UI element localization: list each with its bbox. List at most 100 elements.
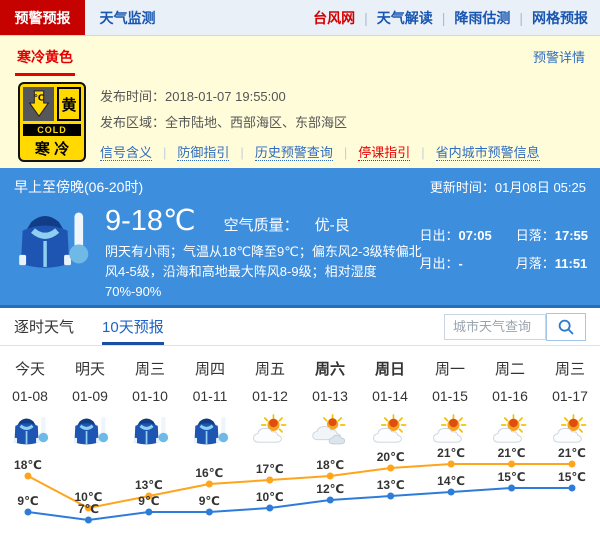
warning-link-4[interactable]: 省内城市预警信息 <box>436 145 540 161</box>
publish-area-label: 发布区域： <box>100 115 165 130</box>
current-main: 9-18℃ 空气质量： 优-良 阴天有小雨；气温从18℃降至9℃；偏东风2-3级… <box>105 203 427 302</box>
forecast-day-01-15[interactable]: 周一01-15 <box>420 352 480 451</box>
astro-label: 月出： <box>419 256 458 271</box>
astro-item-3: 月落：11:51 <box>516 253 588 272</box>
day-name: 周三 <box>540 358 600 379</box>
day-date: 01-11 <box>180 388 240 404</box>
svg-text:15℃: 15℃ <box>498 470 526 484</box>
forecast-day-01-14[interactable]: 周日 01-14 <box>360 352 420 451</box>
nav-tab-1[interactable]: 天气监测 <box>85 0 170 35</box>
link-separator: | <box>421 145 424 160</box>
sun-moon-times: 日出：07:05日落：17:55月出：-月落：11:51 <box>419 225 588 272</box>
forecast-day-01-17[interactable]: 周三 01-17 <box>540 352 600 451</box>
city-search-input[interactable] <box>444 314 546 340</box>
temperature-drop-arrow-icon: ℃ <box>23 87 54 121</box>
publish-time-value: 2018-01-07 19:55:00 <box>165 89 286 104</box>
nav-separator: | <box>364 10 368 26</box>
nav-separator: | <box>519 10 523 26</box>
svg-text:20℃: 20℃ <box>377 450 405 464</box>
svg-text:13℃: 13℃ <box>377 478 405 492</box>
warning-link-2[interactable]: 历史预警查询 <box>255 145 333 161</box>
badge-cold-label: COLD <box>23 124 81 136</box>
svg-text:7℃: 7℃ <box>78 502 99 516</box>
day-date: 01-13 <box>300 388 360 404</box>
temp-row: 9-18℃ 空气质量： 优-良 <box>105 203 427 238</box>
weather-page: 预警预报天气监测 台风网 | 天气解读 | 降雨估测 | 网格预报 寒冷黄色 预警详情 ℃ … <box>0 0 600 531</box>
nav-links: 台风网 | 天气解读 | 降雨估测 | 网格预报 <box>313 0 600 35</box>
svg-text:18℃: 18℃ <box>316 458 344 472</box>
publish-time-line: 发布时间：2018-01-07 19:55:00 <box>100 84 540 110</box>
cold-weather-icon <box>14 203 90 302</box>
svg-text:℃: ℃ <box>33 92 43 102</box>
temperature-trend-chart: 18℃10℃13℃16℃17℃18℃20℃21℃21℃21℃9℃7℃9℃9℃10… <box>0 444 600 531</box>
alert-tab-cold-yellow[interactable]: 寒冷黄色 <box>15 47 75 76</box>
publish-area-value: 全市陆地、西部海区、东部海区 <box>165 115 347 130</box>
day-date: 01-09 <box>60 388 120 404</box>
day-date: 01-14 <box>360 388 420 404</box>
day-date: 01-12 <box>240 388 300 404</box>
astro-label: 日落： <box>516 228 555 243</box>
svg-text:15℃: 15℃ <box>558 470 586 484</box>
day-date: 01-08 <box>0 388 60 404</box>
day-date: 01-10 <box>120 388 180 404</box>
day-name: 周三 <box>120 358 180 379</box>
day-name: 周二 <box>480 358 540 379</box>
nav-link-0[interactable]: 台风网 <box>313 8 355 28</box>
city-search <box>444 308 586 345</box>
warning-link-1[interactable]: 防御指引 <box>177 145 229 161</box>
badge-level-char: 黄 <box>57 87 81 121</box>
forecast-day-01-09[interactable]: 明天01-09 <box>60 352 120 451</box>
forecast-day-01-10[interactable]: 周三 01-10 <box>120 352 180 451</box>
nav-separator: | <box>442 10 446 26</box>
forecast-tab-0[interactable]: 逐时天气 <box>14 308 74 345</box>
update-time-value: 01月08日 05:25 <box>495 180 586 195</box>
link-separator: | <box>163 145 166 160</box>
search-button[interactable] <box>546 313 586 341</box>
forecast-tab-1[interactable]: 10天预报 <box>102 308 164 345</box>
day-date: 01-17 <box>540 388 600 404</box>
link-separator: | <box>240 145 243 160</box>
forecast-tabs: 逐时天气 10天预报 <box>14 308 192 345</box>
current-weather-panel: 早上至傍晚(06-20时) 更新时间：01月08日 05:25 9-18℃ 空气… <box>0 168 600 308</box>
nav-link-1[interactable]: 天气解读 <box>377 8 433 28</box>
astro-value: 17:55 <box>555 228 588 243</box>
warning-link-0[interactable]: 信号含义 <box>100 145 152 161</box>
temperature-range: 9-18℃ <box>105 203 196 238</box>
forecast-day-01-13[interactable]: 周六01-13 <box>300 352 360 451</box>
nav-link-3[interactable]: 网格预报 <box>532 8 588 28</box>
svg-text:10℃: 10℃ <box>256 490 284 504</box>
day-date: 01-16 <box>480 388 540 404</box>
warning-body: ℃ 黄 COLD 寒 冷 发布时间：2018-01-07 19:55:00 发布… <box>0 76 600 162</box>
nav-tab-0[interactable]: 预警预报 <box>0 0 85 35</box>
cold-warning-badge: ℃ 黄 COLD 寒 冷 <box>18 82 86 162</box>
warning-links: 信号含义 | 防御指引 | 历史预警查询 | 停课指引 | 省内城市预警信息 <box>100 142 540 161</box>
svg-text:14℃: 14℃ <box>437 474 465 488</box>
svg-text:12℃: 12℃ <box>316 482 344 496</box>
publish-area-line: 发布区域：全市陆地、西部海区、东部海区 <box>100 110 540 136</box>
badge-name-label: 寒 冷 <box>20 136 84 159</box>
warning-link-3[interactable]: 停课指引 <box>358 145 410 161</box>
svg-text:21℃: 21℃ <box>558 446 586 460</box>
nav-link-2[interactable]: 降雨估测 <box>454 8 510 28</box>
day-name: 周五 <box>240 358 300 379</box>
svg-text:16℃: 16℃ <box>195 466 223 480</box>
air-quality-value: 优-良 <box>315 214 350 235</box>
svg-text:13℃: 13℃ <box>135 478 163 492</box>
day-name: 周日 <box>360 358 420 379</box>
warning-info: 发布时间：2018-01-07 19:55:00 发布区域：全市陆地、西部海区、… <box>100 82 540 162</box>
forecast-day-01-11[interactable]: 周四01-11 <box>180 352 240 451</box>
alert-detail-link[interactable]: 预警详情 <box>533 47 585 66</box>
link-separator: | <box>344 145 347 160</box>
svg-text:21℃: 21℃ <box>437 446 465 460</box>
top-nav: 预警预报天气监测 台风网 | 天气解读 | 降雨估测 | 网格预报 <box>0 0 600 36</box>
forecast-day-01-16[interactable]: 周二 01-16 <box>480 352 540 451</box>
air-quality-label: 空气质量： <box>224 214 299 235</box>
day-name: 今天 <box>0 358 60 379</box>
forecast-tab-bar: 逐时天气 10天预报 <box>0 308 600 346</box>
temp-chart-svg: 18℃10℃13℃16℃17℃18℃20℃21℃21℃21℃9℃7℃9℃9℃10… <box>0 444 600 531</box>
forecast-day-01-12[interactable]: 周五 01-12 <box>240 352 300 451</box>
forecast-day-01-08[interactable]: 今天 01-08 <box>0 352 60 451</box>
astro-item-1: 日落：17:55 <box>516 225 588 244</box>
svg-text:9℃: 9℃ <box>199 494 220 508</box>
ten-day-forecast: 今天01-08 明天01-09 周三01-10 周四01-11 <box>0 346 600 444</box>
